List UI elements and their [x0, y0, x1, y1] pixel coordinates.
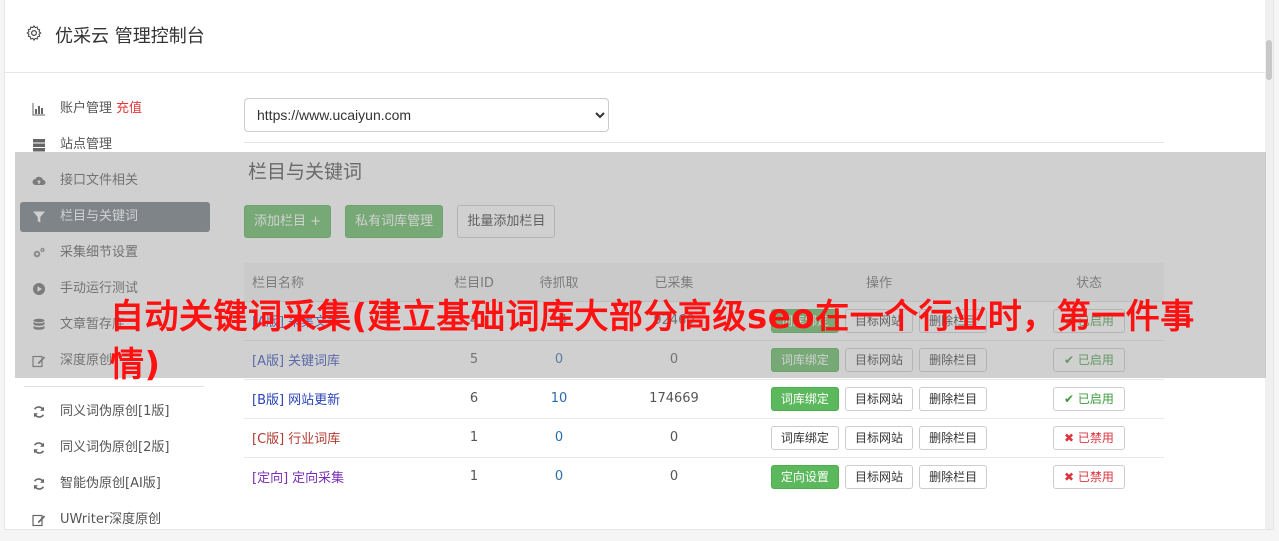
close-icon: ✖	[1064, 469, 1078, 484]
delete-column-button[interactable]: 删除栏目	[919, 386, 988, 411]
sidebar-item-uwriter[interactable]: UWriter深度原创	[20, 505, 210, 535]
sidebar-item-synonym-v1[interactable]: 同义词伪原创[1版]	[20, 397, 210, 427]
status-toggle-button[interactable]: ✖ 已禁用	[1053, 464, 1125, 489]
edit-icon	[32, 514, 46, 527]
watermark-text: 自动关键词采集(建立基础词库大部分高级seo在一个行业时，第一件事情)	[110, 297, 1195, 385]
delete-column-button[interactable]: 删除栏目	[919, 425, 988, 450]
column-name-cell: [C版] 行业词库	[244, 417, 434, 457]
status-toggle-button[interactable]: ✔ 已启用	[1053, 386, 1125, 411]
gears-icon	[33, 247, 45, 258]
top-bar: 优采云 管理控制台	[5, 0, 1273, 73]
sidebar-item-label: 站点管理	[60, 137, 113, 152]
refresh-icon	[33, 406, 45, 418]
sidebar-item-ai-rewrite[interactable]: 智能伪原创[AI版]	[20, 469, 210, 499]
column-id-cell: 1	[434, 456, 514, 496]
private-lib-button[interactable]: 私有词库管理	[345, 205, 444, 238]
sidebar-item-synonym-v2[interactable]: 同义词伪原创[2版]	[20, 433, 210, 463]
status-label: 已启用	[1077, 391, 1114, 406]
table-row: [C版] 行业词库 1 0 0 词库绑定 目标网站 删除栏目 ✖ 已禁用	[244, 417, 1164, 457]
bind-lib-button[interactable]: 词库绑定	[770, 386, 839, 411]
sidebar-item-label: 同义词伪原创[1版]	[60, 404, 170, 419]
actions-cell: 定向设置 目标网站 删除栏目	[744, 456, 1014, 496]
column-version-tag: [定向]	[252, 471, 289, 487]
pending-cell: 0	[514, 456, 604, 496]
bind-lib-button[interactable]: 词库绑定	[770, 425, 839, 450]
delete-column-button[interactable]: 删除栏目	[919, 464, 988, 489]
status-cell: ✖ 已禁用	[1014, 456, 1164, 496]
play-circle-icon	[33, 283, 45, 295]
bind-lib-button[interactable]: 定向设置	[770, 464, 839, 489]
page-title: 优采云 管理控制台	[55, 26, 205, 47]
sidebar-item-label: 采集细节设置	[60, 245, 139, 260]
server-icon	[33, 139, 45, 152]
collected-cell: 0	[604, 417, 744, 457]
column-version-tag: [C版]	[252, 432, 285, 447]
edit-icon	[32, 355, 46, 368]
sidebar-item-sites[interactable]: 站点管理	[20, 130, 210, 160]
batch-add-button[interactable]: 批量添加栏目	[457, 205, 556, 238]
refresh-icon	[33, 442, 45, 454]
target-site-button[interactable]: 目标网站	[844, 386, 913, 411]
sidebar-item-interface[interactable]: 接口文件相关	[20, 166, 210, 196]
sidebar-item-columns-keywords[interactable]: 栏目与关键词	[20, 202, 210, 232]
check-icon: ✔	[1064, 391, 1078, 406]
column-id-cell: 1	[434, 417, 514, 457]
table-row: [定向] 定向采集 1 0 0 定向设置 目标网站 删除栏目 ✖ 已禁用	[244, 456, 1164, 496]
status-cell: ✖ 已禁用	[1014, 417, 1164, 457]
status-label: 已禁用	[1077, 430, 1114, 445]
column-name-cell: [定向] 定向采集	[244, 456, 434, 496]
scrollbar[interactable]	[1265, 0, 1273, 529]
sidebar-item-label: 智能伪原创[AI版]	[60, 476, 161, 491]
sidebar-item-label: 同义词伪原创[2版]	[60, 440, 170, 455]
status-toggle-button[interactable]: ✖ 已禁用	[1053, 425, 1125, 450]
column-version-tag: [B版]	[252, 393, 285, 408]
pending-cell: 0	[514, 417, 604, 457]
status-label: 已禁用	[1077, 469, 1114, 484]
add-column-button[interactable]: 添加栏目 +	[244, 205, 332, 238]
sidebar-item-account[interactable]: 账户管理 充值	[20, 94, 210, 124]
bar-chart-icon	[32, 103, 45, 116]
cloud-upload-icon	[32, 176, 46, 185]
recharge-link[interactable]: 充值	[116, 101, 142, 116]
section-title: 栏目与关键词	[248, 161, 363, 183]
pending-count-link[interactable]: 10	[551, 391, 568, 406]
column-name-link[interactable]: 行业词库	[288, 432, 340, 447]
target-site-button[interactable]: 目标网站	[844, 425, 913, 450]
pending-count-link[interactable]: 0	[555, 430, 563, 445]
database-icon	[33, 318, 45, 330]
toolbar: 添加栏目 + 私有词库管理 批量添加栏目	[244, 205, 1164, 241]
site-select[interactable]: https://www.ucaiyun.com	[244, 98, 609, 132]
pending-count-link[interactable]: 0	[555, 469, 563, 484]
sidebar-item-label: 账户管理	[60, 101, 113, 116]
column-name-link[interactable]: 定向采集	[292, 471, 344, 486]
target-site-button[interactable]: 目标网站	[844, 464, 913, 489]
sidebar-item-label: UWriter深度原创	[60, 512, 162, 527]
close-icon: ✖	[1064, 430, 1078, 445]
gear-icon	[26, 24, 42, 42]
scrollbar-thumb[interactable]	[1266, 40, 1272, 80]
sidebar-item-label: 接口文件相关	[60, 173, 139, 188]
filter-icon	[33, 211, 45, 223]
sidebar-item-label: 栏目与关键词	[60, 209, 139, 224]
divider	[244, 142, 1164, 143]
collected-cell: 0	[604, 456, 744, 496]
sidebar-item-collect-settings[interactable]: 采集细节设置	[20, 238, 210, 268]
actions-cell: 词库绑定 目标网站 删除栏目	[744, 417, 1014, 457]
column-name-link[interactable]: 网站更新	[288, 393, 340, 408]
sidebar-item-label: 深度原创	[60, 353, 113, 368]
refresh-icon	[33, 478, 45, 490]
